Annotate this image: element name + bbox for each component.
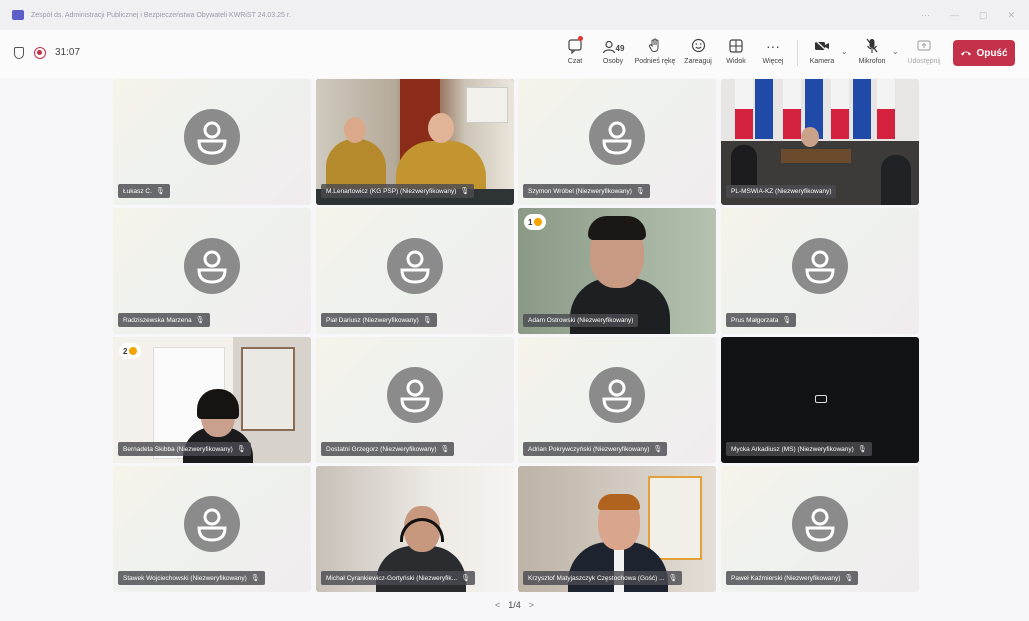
- participant-name-tag: Adam Ostrowski (Niezweryfikowany): [523, 314, 639, 327]
- mic-icon: 🎙: [844, 575, 854, 582]
- participant-video-tile[interactable]: PL-MSWiA-KZ (Niezweryfikowany): [721, 79, 919, 205]
- participant-name-tag: Łukasz C. 🎙: [118, 184, 170, 198]
- participant-name-tag: Prus Małgorzata 🎙: [726, 313, 797, 327]
- close-window-button[interactable]: ✕: [1007, 10, 1015, 21]
- default-avatar-icon: [387, 238, 443, 294]
- participant-tile[interactable]: Adrian Pokrywczyński (Niezweryfikowany) 🎙: [518, 337, 716, 463]
- participant-tile[interactable]: Mycka Arkadiusz (MS) (Niezweryfikowany) 🎙: [721, 337, 919, 463]
- camera-options-chevron-icon[interactable]: ⌄: [841, 47, 848, 56]
- raise-hand-button[interactable]: Podnieś rękę: [633, 36, 677, 65]
- participant-name-tag: Bernadeta Skibba (Niezweryfikowany) 🎙: [118, 442, 251, 456]
- participant-name-tag: Krzysztof Matyjaszczyk Częstochowa (Gość…: [523, 571, 683, 585]
- mic-muted-icon: [850, 36, 894, 56]
- hand-icon: [129, 347, 138, 355]
- window-controls: ⋯ — ▢ ✕: [921, 10, 1015, 21]
- recording-icon: [34, 47, 46, 59]
- participant-name-tag: Adrian Pokrywczyński (Niezweryfikowany) 🎙: [523, 442, 668, 456]
- hand-icon: [633, 36, 677, 56]
- participant-name-tag: M.Lenartowicz (KG PSP) (Niezweryfikowany…: [321, 184, 475, 198]
- share-button[interactable]: Udostępnij: [902, 36, 946, 65]
- meeting-timer: 31:07: [55, 47, 81, 58]
- leave-button[interactable]: Opuść: [953, 40, 1015, 66]
- minimize-button[interactable]: —: [950, 10, 959, 21]
- more-button[interactable]: ··· Więcej: [751, 36, 795, 65]
- participant-video-tile[interactable]: 2 Bernadeta Skibba (Niezweryfikowany) 🎙: [113, 337, 311, 463]
- camera-button[interactable]: Kamera: [800, 36, 844, 65]
- share-screen-icon: [902, 36, 946, 56]
- participant-video-tile[interactable]: 1 Adam Ostrowski (Niezweryfikowany): [518, 208, 716, 334]
- mic-icon: 🎙: [440, 446, 450, 453]
- participant-tile[interactable]: Łukasz C. 🎙: [113, 79, 311, 205]
- participant-name-tag: Dostatni Grzegorz (Niezweryfikowany) 🎙: [321, 442, 455, 456]
- participant-video-tile[interactable]: M.Lenartowicz (KG PSP) (Niezweryfikowany…: [316, 79, 514, 205]
- mic-icon: 🎙: [236, 446, 246, 453]
- raised-hand-badge: 1: [524, 214, 547, 230]
- window-title: Zespół ds. Administracji Publicznej i Be…: [31, 11, 291, 19]
- phone-hangup-icon: [961, 51, 972, 56]
- participant-video-tile[interactable]: Michał Cyrankiewicz-Gortyński (Niezweryf…: [316, 466, 514, 592]
- toolbar-divider: [797, 40, 798, 66]
- default-avatar-icon: [589, 109, 645, 165]
- participant-video-tile[interactable]: Krzysztof Matyjaszczyk Częstochowa (Gość…: [518, 466, 716, 592]
- next-page-icon[interactable]: >: [529, 600, 534, 610]
- mic-icon: 🎙: [857, 446, 867, 453]
- mic-icon: 🎙: [461, 575, 470, 582]
- more-window-options-button[interactable]: ⋯: [921, 10, 930, 21]
- microphone-button[interactable]: Mikrofon: [850, 36, 894, 65]
- default-avatar-icon: [387, 367, 443, 423]
- participant-name-tag: Mycka Arkadiusz (MS) (Niezweryfikowany) 🎙: [726, 442, 872, 456]
- participant-tile[interactable]: Dostatni Grzegorz (Niezweryfikowany) 🎙: [316, 337, 514, 463]
- raised-hand-badge: 2: [119, 343, 142, 359]
- participant-name-tag: Radziszewska Marzena 🎙: [118, 313, 210, 327]
- hand-icon: [534, 218, 543, 226]
- mic-icon: 🎙: [668, 575, 678, 582]
- mic-icon: 🎙: [653, 446, 663, 453]
- participant-name-tag: Paweł Kaźmierski (Niezweryfikowany) 🎙: [726, 571, 859, 585]
- participant-name-tag: PL-MSWiA-KZ (Niezweryfikowany): [726, 185, 837, 198]
- people-icon: 49: [591, 36, 635, 56]
- participant-tile[interactable]: Prus Małgorzata 🎙: [721, 208, 919, 334]
- participant-tile[interactable]: Piał Dariusz (Niezweryfikowany) 🎙: [316, 208, 514, 334]
- participant-name-tag: Piał Dariusz (Niezweryfikowany) 🎙: [321, 313, 437, 327]
- meeting-security-icon[interactable]: [14, 47, 24, 59]
- chat-unread-badge: [578, 36, 583, 41]
- mic-icon: 🎙: [422, 317, 432, 324]
- participant-tile[interactable]: Stawek Wojciechowski (Niezweryfikowany) 🎙: [113, 466, 311, 592]
- default-avatar-icon: [792, 238, 848, 294]
- default-avatar-icon: [589, 367, 645, 423]
- mic-icon: 🎙: [782, 317, 792, 324]
- default-avatar-icon: [184, 238, 240, 294]
- maximize-button[interactable]: ▢: [979, 10, 988, 21]
- mic-icon: 🎙: [460, 188, 470, 195]
- mic-icon: 🎙: [250, 575, 260, 582]
- participant-name-tag: Szymon Wróbel (Niezweryfikowany) 🎙: [523, 184, 650, 198]
- camera-off-icon: [815, 395, 827, 403]
- mic-options-chevron-icon[interactable]: ⌄: [892, 47, 899, 56]
- default-avatar-icon: [792, 496, 848, 552]
- camera-icon: [800, 36, 844, 56]
- mic-icon: 🎙: [635, 188, 645, 195]
- default-avatar-icon: [184, 496, 240, 552]
- gallery-pager: < 1/4 >: [495, 600, 534, 610]
- participant-tile[interactable]: Paweł Kaźmierski (Niezweryfikowany) 🎙: [721, 466, 919, 592]
- title-bar: Zespół ds. Administracji Publicznej i Be…: [0, 0, 1029, 31]
- page-indicator: 1/4: [508, 600, 521, 610]
- participant-tile[interactable]: Radziszewska Marzena 🎙: [113, 208, 311, 334]
- participant-name-tag: Stawek Wojciechowski (Niezweryfikowany) 🎙: [118, 571, 265, 585]
- participant-name-tag: Michał Cyrankiewicz-Gortyński (Niezweryf…: [321, 571, 475, 585]
- meeting-toolbar: 31:07 Czat 49 Osoby Podnieś rękę Zareagu…: [0, 30, 1029, 79]
- teams-app-icon: [12, 10, 24, 20]
- people-button[interactable]: 49 Osoby: [591, 36, 635, 65]
- default-avatar-icon: [184, 109, 240, 165]
- participant-tile[interactable]: Szymon Wróbel (Niezweryfikowany) 🎙: [518, 79, 716, 205]
- previous-page-icon[interactable]: <: [495, 600, 500, 610]
- more-dots-icon: ···: [766, 38, 780, 54]
- mic-icon: 🎙: [155, 188, 165, 195]
- people-count: 49: [615, 44, 625, 53]
- mic-icon: 🎙: [195, 317, 205, 324]
